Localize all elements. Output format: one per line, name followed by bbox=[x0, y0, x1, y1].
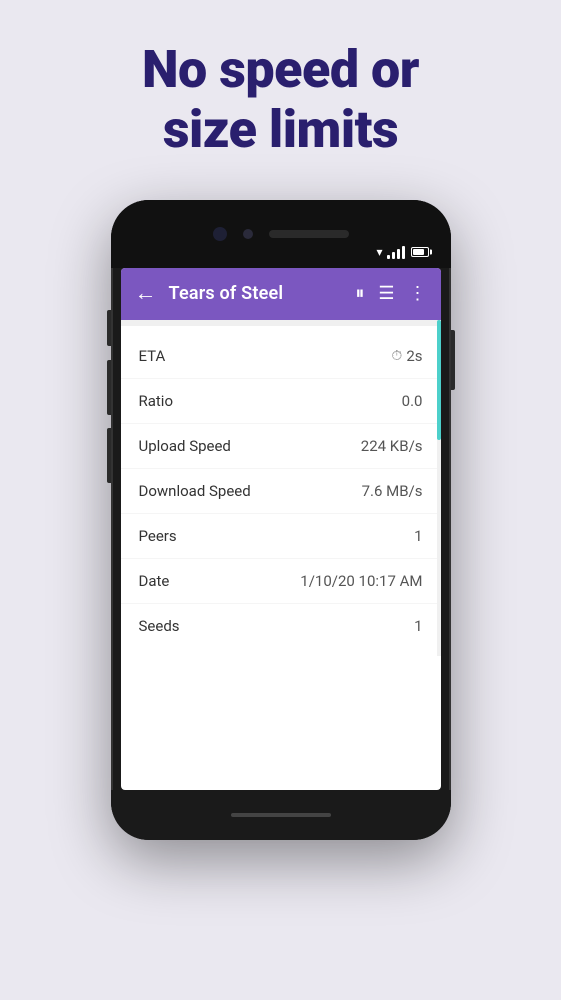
progress-area bbox=[121, 320, 441, 326]
info-label: Date bbox=[139, 572, 170, 590]
info-value-text: 7.6 MB/s bbox=[362, 482, 423, 500]
info-row: Seeds 1 bbox=[121, 604, 441, 648]
info-row: Peers 1 bbox=[121, 514, 441, 559]
phone-bottom-bar bbox=[111, 790, 451, 840]
signal-bar-2 bbox=[392, 252, 395, 259]
battery-icon bbox=[411, 247, 429, 257]
scrollbar-thumb bbox=[437, 320, 441, 440]
app-toolbar: ← Tears of Steel ⏸ ☰ ⋮ bbox=[121, 268, 441, 320]
info-value-text: 1 bbox=[414, 527, 422, 545]
info-row: Date 1/10/20 10:17 AM bbox=[121, 559, 441, 604]
phone-shell: ▾ ← Tears of Steel bbox=[111, 200, 451, 840]
power-button bbox=[451, 330, 455, 390]
info-value-text: 1/10/20 10:17 AM bbox=[300, 572, 422, 590]
info-row: Download Speed 7.6 MB/s bbox=[121, 469, 441, 514]
clock-icon: ⏱ bbox=[391, 348, 402, 364]
info-value: ⏱2s bbox=[391, 347, 422, 365]
info-label: ETA bbox=[139, 347, 166, 365]
info-row: Ratio 0.0 bbox=[121, 379, 441, 424]
phone-mockup: ▾ ← Tears of Steel bbox=[111, 200, 451, 840]
info-label: Download Speed bbox=[139, 482, 251, 500]
home-indicator bbox=[231, 813, 331, 817]
battery-fill bbox=[413, 249, 424, 255]
status-bar-icons: ▾ bbox=[376, 245, 428, 259]
info-label: Upload Speed bbox=[139, 437, 231, 455]
pause-button[interactable]: ⏸ bbox=[355, 283, 364, 304]
info-label: Ratio bbox=[139, 392, 174, 410]
toolbar-title: Tears of Steel bbox=[169, 283, 344, 304]
volume-up-button bbox=[107, 360, 111, 415]
phone-top-bar: ▾ bbox=[111, 200, 451, 268]
signal-bar-1 bbox=[387, 255, 390, 259]
info-value: 1 bbox=[414, 527, 422, 545]
toolbar-actions: ⏸ ☰ ⋮ bbox=[355, 283, 426, 304]
signal-bar-3 bbox=[397, 249, 400, 259]
phone-screen: ← Tears of Steel ⏸ ☰ ⋮ ETA ⏱2s Ratio 0.0 Upl… bbox=[121, 268, 441, 790]
info-row: Upload Speed 224 KB/s bbox=[121, 424, 441, 469]
info-label: Seeds bbox=[139, 617, 180, 635]
info-value-text: 0.0 bbox=[402, 392, 423, 410]
scrollbar[interactable] bbox=[437, 320, 441, 656]
headline-section: No speed or size limits bbox=[102, 40, 459, 160]
content-area: ETA ⏱2s Ratio 0.0 Upload Speed 224 KB/s Downlo… bbox=[121, 320, 441, 656]
signal-bars bbox=[387, 245, 405, 259]
camera-main bbox=[213, 227, 227, 241]
more-options-button[interactable]: ⋮ bbox=[409, 283, 427, 304]
info-value: 1/10/20 10:17 AM bbox=[300, 572, 422, 590]
headline-line2: size limits bbox=[163, 99, 398, 160]
info-value: 224 KB/s bbox=[361, 437, 423, 455]
info-value: 7.6 MB/s bbox=[362, 482, 423, 500]
info-value-text: 224 KB/s bbox=[361, 437, 423, 455]
headline-line1: No speed or bbox=[142, 39, 419, 100]
speaker-bar bbox=[269, 230, 349, 238]
info-value-text: 2s bbox=[406, 347, 422, 365]
list-view-button[interactable]: ☰ bbox=[378, 283, 394, 304]
info-row: ETA ⏱2s bbox=[121, 334, 441, 379]
info-value: 0.0 bbox=[402, 392, 423, 410]
camera-secondary bbox=[243, 229, 253, 239]
signal-bar-4 bbox=[402, 246, 405, 259]
info-value: 1 bbox=[414, 617, 422, 635]
back-button[interactable]: ← bbox=[135, 283, 157, 305]
wifi-icon: ▾ bbox=[376, 245, 382, 259]
info-list: ETA ⏱2s Ratio 0.0 Upload Speed 224 KB/s Downlo… bbox=[121, 326, 441, 656]
info-value-text: 1 bbox=[414, 617, 422, 635]
info-label: Peers bbox=[139, 527, 177, 545]
volume-down-button bbox=[107, 428, 111, 483]
mute-button bbox=[107, 310, 111, 346]
